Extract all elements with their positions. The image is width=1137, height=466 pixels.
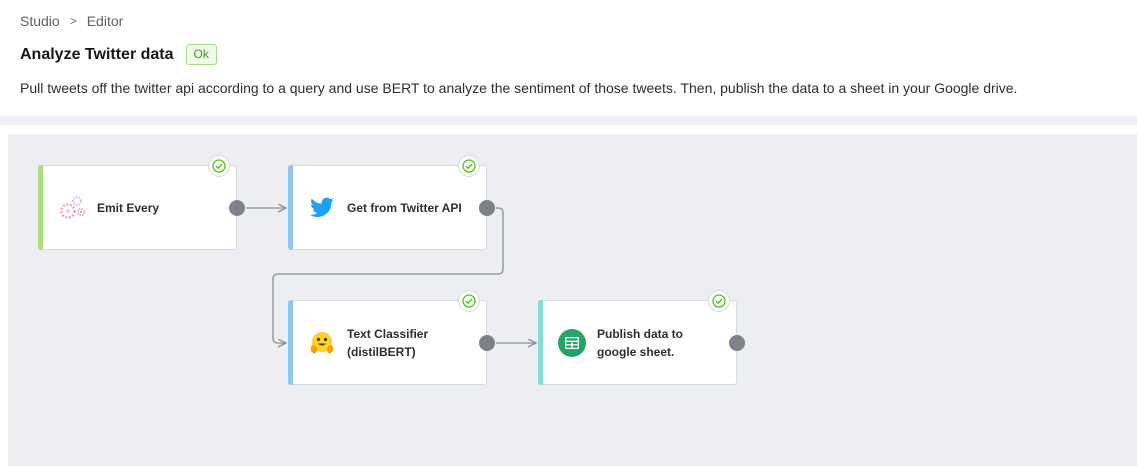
status-ok-icon <box>458 155 480 177</box>
node-label-line1: Get from Twitter API <box>347 200 462 215</box>
node-text-classifier[interactable]: Text Classifier (distilBERT) <box>288 290 495 385</box>
node-label: Publish data to google sheet. <box>597 325 683 361</box>
node-label: Get from Twitter API <box>347 199 462 217</box>
breadcrumb-studio-link[interactable]: Studio <box>20 13 60 29</box>
node-label-line1: Publish data to <box>597 326 684 341</box>
workflow-description: Pull tweets off the twitter api accordin… <box>20 80 1018 96</box>
node-accent-bar <box>288 165 293 250</box>
page-title: Analyze Twitter data <box>20 45 174 63</box>
hugging-face-icon <box>307 328 337 358</box>
node-label-line2: google sheet. <box>597 344 675 359</box>
node-label-line2: (distilBERT) <box>347 344 416 359</box>
section-divider <box>0 116 1137 125</box>
twitter-bird-icon <box>307 193 337 223</box>
breadcrumb: Studio > Editor <box>20 13 123 29</box>
google-sheets-icon <box>557 328 587 358</box>
node-publish-google-sheet[interactable]: Publish data to google sheet. <box>538 290 745 385</box>
node-emit-every[interactable]: Emit Every <box>38 155 245 250</box>
node-label-line1: Emit Every <box>97 200 160 215</box>
status-ok-icon <box>208 155 230 177</box>
title-row: Analyze Twitter data Ok <box>20 44 217 65</box>
output-port[interactable] <box>479 335 495 351</box>
node-accent-bar <box>538 300 543 385</box>
node-label: Text Classifier (distilBERT) <box>347 325 428 361</box>
output-port[interactable] <box>729 335 745 351</box>
breadcrumb-separator: > <box>69 14 77 28</box>
status-ok-icon <box>708 290 730 312</box>
breadcrumb-current: Editor <box>86 13 124 29</box>
node-accent-bar <box>38 165 43 250</box>
status-badge: Ok <box>185 44 217 65</box>
node-label-line1: Text Classifier <box>347 326 429 341</box>
status-ok-icon <box>458 290 480 312</box>
output-port[interactable] <box>229 200 245 216</box>
gears-icon <box>57 193 87 223</box>
node-accent-bar <box>288 300 293 385</box>
node-label: Emit Every <box>97 199 159 217</box>
node-get-from-twitter-api[interactable]: Get from Twitter API <box>288 155 495 250</box>
output-port[interactable] <box>479 200 495 216</box>
